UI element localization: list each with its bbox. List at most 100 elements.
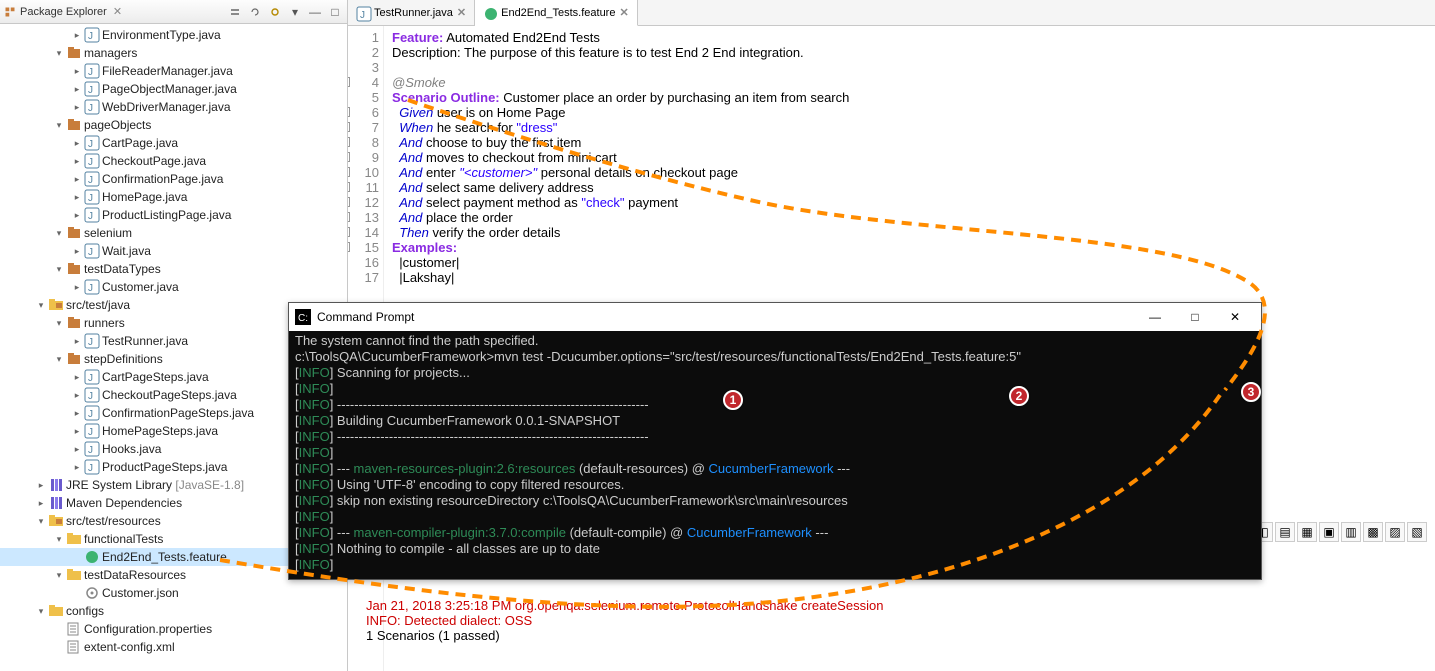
tree-node[interactable]: ▸JCheckoutPage.java: [0, 152, 347, 170]
console-tool-icon[interactable]: ▨: [1385, 522, 1405, 542]
close-tab-icon[interactable]: ✕: [457, 6, 466, 19]
code-line[interactable]: @Smoke: [392, 75, 849, 90]
tree-node[interactable]: ▾pageObjects: [0, 116, 347, 134]
fold-icon[interactable]: −: [348, 197, 350, 207]
code-line[interactable]: Given user is on Home Page: [392, 105, 849, 120]
code-line[interactable]: Then verify the order details: [392, 225, 849, 240]
focus-icon[interactable]: [267, 4, 283, 20]
tree-node[interactable]: ▸JFileReaderManager.java: [0, 62, 347, 80]
view-menu-icon[interactable]: ▾: [287, 4, 303, 20]
tree-node[interactable]: ▸JCustomer.java: [0, 278, 347, 296]
maximize-button[interactable]: □: [1175, 303, 1215, 331]
tree-node[interactable]: extent-config.xml: [0, 638, 347, 656]
code-line[interactable]: Scenario Outline: Customer place an orde…: [392, 90, 849, 105]
expand-icon[interactable]: ▸: [72, 138, 82, 149]
expand-icon[interactable]: ▾: [54, 318, 64, 329]
console-tool-icon[interactable]: ▤: [1275, 522, 1295, 542]
code-line[interactable]: And select same delivery address: [392, 180, 849, 195]
tree-node[interactable]: ▸JWebDriverManager.java: [0, 98, 347, 116]
expand-icon[interactable]: ▸: [72, 390, 82, 401]
fold-icon[interactable]: −: [348, 122, 350, 132]
link-editor-icon[interactable]: [247, 4, 263, 20]
minimize-button[interactable]: —: [1135, 303, 1175, 331]
tree-node[interactable]: ▸JConfirmationPage.java: [0, 170, 347, 188]
expand-icon[interactable]: ▸: [72, 66, 82, 77]
expand-icon[interactable]: ▸: [72, 444, 82, 455]
expand-icon[interactable]: ▸: [72, 30, 82, 41]
command-prompt-body[interactable]: The system cannot find the path specifie…: [289, 331, 1261, 579]
fold-icon[interactable]: −: [348, 107, 350, 117]
fold-icon[interactable]: −: [348, 167, 350, 177]
fold-icon[interactable]: −: [348, 242, 350, 252]
expand-icon[interactable]: ▾: [54, 534, 64, 545]
code-line[interactable]: And moves to checkout from mini cart: [392, 150, 849, 165]
expand-icon[interactable]: ▾: [54, 228, 64, 239]
fold-icon[interactable]: −: [348, 137, 350, 147]
fold-icon[interactable]: −: [348, 212, 350, 222]
tree-node[interactable]: Customer.json: [0, 584, 347, 602]
expand-icon[interactable]: ▾: [36, 606, 46, 617]
close-button[interactable]: ✕: [1215, 303, 1255, 331]
collapse-all-icon[interactable]: [227, 4, 243, 20]
expand-icon[interactable]: ▸: [72, 174, 82, 185]
expand-icon[interactable]: ▾: [36, 516, 46, 527]
editor-tab[interactable]: JTestRunner.java✕: [348, 0, 475, 25]
console-tool-icon[interactable]: ▩: [1363, 522, 1383, 542]
code-line[interactable]: And choose to buy the first item: [392, 135, 849, 150]
tree-node[interactable]: ▾selenium: [0, 224, 347, 242]
tree-node[interactable]: ▾configs: [0, 602, 347, 620]
expand-icon[interactable]: ▾: [54, 264, 64, 275]
console-tool-icon[interactable]: ▧: [1407, 522, 1427, 542]
fold-icon[interactable]: −: [348, 182, 350, 192]
expand-icon[interactable]: ▸: [72, 372, 82, 383]
expand-icon[interactable]: ▾: [54, 120, 64, 131]
tree-node[interactable]: ▸JCartPage.java: [0, 134, 347, 152]
tree-node[interactable]: ▾testDataTypes: [0, 260, 347, 278]
code-line[interactable]: And place the order: [392, 210, 849, 225]
expand-icon[interactable]: ▸: [36, 480, 46, 491]
code-line[interactable]: And select payment method as "check" pay…: [392, 195, 849, 210]
console-tool-icon[interactable]: ▦: [1297, 522, 1317, 542]
tree-node[interactable]: ▾managers: [0, 44, 347, 62]
console-tool-icon[interactable]: ▣: [1319, 522, 1339, 542]
close-view-icon[interactable]: ✕: [113, 5, 122, 18]
code-line[interactable]: [392, 60, 849, 75]
tree-node[interactable]: ▸JPageObjectManager.java: [0, 80, 347, 98]
expand-icon[interactable]: ▾: [36, 300, 46, 311]
code-line[interactable]: Examples:: [392, 240, 849, 255]
expand-icon[interactable]: ▸: [72, 462, 82, 473]
expand-icon[interactable]: ▸: [72, 336, 82, 347]
expand-icon[interactable]: ▸: [72, 210, 82, 221]
tree-node[interactable]: ▸JWait.java: [0, 242, 347, 260]
tree-node[interactable]: ▸JEnvironmentType.java: [0, 26, 347, 44]
expand-icon[interactable]: ▾: [54, 570, 64, 581]
expand-icon[interactable]: ▸: [72, 426, 82, 437]
maximize-view-icon[interactable]: □: [327, 4, 343, 20]
expand-icon[interactable]: ▸: [72, 408, 82, 419]
tree-node[interactable]: ▸JHomePage.java: [0, 188, 347, 206]
expand-icon[interactable]: ▸: [72, 102, 82, 113]
expand-icon[interactable]: ▸: [72, 282, 82, 293]
code-line[interactable]: |Lakshay|: [392, 270, 849, 285]
expand-icon[interactable]: ▸: [72, 192, 82, 203]
editor-tab[interactable]: End2End_Tests.feature✕: [475, 0, 638, 26]
close-tab-icon[interactable]: ✕: [619, 6, 628, 19]
code-line[interactable]: Feature: Automated End2End Tests: [392, 30, 849, 45]
minimize-view-icon[interactable]: —: [307, 4, 323, 20]
fold-icon[interactable]: −: [348, 152, 350, 162]
code-line[interactable]: |customer|: [392, 255, 849, 270]
code-line[interactable]: Description: The purpose of this feature…: [392, 45, 849, 60]
console-tool-icon[interactable]: ▥: [1341, 522, 1361, 542]
fold-icon[interactable]: −: [348, 77, 350, 87]
tree-node[interactable]: ▸JProductListingPage.java: [0, 206, 347, 224]
expand-icon[interactable]: ▾: [54, 48, 64, 59]
expand-icon[interactable]: ▸: [72, 246, 82, 257]
expand-icon[interactable]: ▸: [72, 156, 82, 167]
fold-icon[interactable]: −: [348, 227, 350, 237]
expand-icon[interactable]: ▾: [54, 354, 64, 365]
expand-icon[interactable]: ▸: [72, 84, 82, 95]
code-line[interactable]: And enter "<customer>" personal details …: [392, 165, 849, 180]
tree-node[interactable]: Configuration.properties: [0, 620, 347, 638]
expand-icon[interactable]: ▸: [36, 498, 46, 509]
command-prompt-titlebar[interactable]: C: Command Prompt — □ ✕: [289, 303, 1261, 331]
